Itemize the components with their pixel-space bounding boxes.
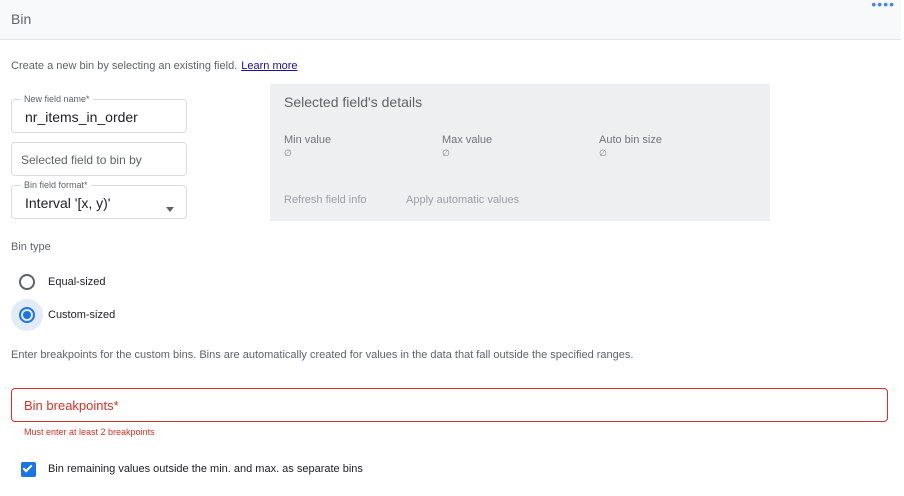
apply-automatic-values-button[interactable]: Apply automatic values xyxy=(406,194,519,206)
equal-sized-label[interactable]: Equal-sized xyxy=(48,276,105,288)
min-value: ∅ xyxy=(284,148,292,158)
intro-text: Create a new bin by selecting an existin… xyxy=(11,60,298,72)
bin-format-label: Bin field format* xyxy=(21,180,91,190)
auto-bin-size-value: ∅ xyxy=(599,148,607,158)
radio-unchecked-icon[interactable] xyxy=(19,274,35,290)
bin-format-value: Interval '[x, y)' xyxy=(25,195,111,211)
bin-format-select[interactable]: Bin field format* Interval '[x, y)' xyxy=(11,180,187,219)
selected-field-placeholder: Selected field to bin by xyxy=(21,153,142,167)
learn-more-link[interactable]: Learn more xyxy=(241,60,297,72)
selected-field-details-panel: Selected field's details Min value ∅ Max… xyxy=(270,84,770,221)
bin-breakpoints-placeholder: Bin breakpoints* xyxy=(24,398,119,413)
intro-description: Create a new bin by selecting an existin… xyxy=(11,60,238,72)
chevron-down-icon[interactable] xyxy=(166,207,174,212)
min-value-label: Min value xyxy=(284,134,332,146)
bin-breakpoints-input[interactable]: Bin breakpoints* xyxy=(11,388,888,422)
refresh-field-info-button[interactable]: Refresh field info xyxy=(284,194,367,206)
auto-bin-size-label: Auto bin size xyxy=(599,134,662,146)
radio-dot xyxy=(23,311,31,319)
panel-header: Bin •••• xyxy=(0,0,901,40)
more-horiz-icon[interactable]: •••• xyxy=(871,0,895,12)
new-field-name-label: New field name* xyxy=(21,94,93,104)
custom-sized-label[interactable]: Custom-sized xyxy=(48,309,115,321)
radio-custom-sized[interactable] xyxy=(11,299,43,331)
check-icon xyxy=(22,462,33,473)
bin-type-label: Bin type xyxy=(11,241,51,253)
selected-field-input[interactable]: Selected field to bin by xyxy=(11,142,187,176)
details-title: Selected field's details xyxy=(284,94,423,110)
page-title: Bin xyxy=(11,11,32,27)
breakpoints-hint: Enter breakpoints for the custom bins. B… xyxy=(11,349,634,361)
separate-bins-checkbox[interactable] xyxy=(21,462,36,477)
separate-bins-label[interactable]: Bin remaining values outside the min. an… xyxy=(48,463,363,475)
new-field-name-value: nr_items_in_order xyxy=(25,109,138,125)
max-value: ∅ xyxy=(442,148,450,158)
new-field-name-input[interactable]: New field name* nr_items_in_order xyxy=(11,94,187,133)
breakpoints-error: Must enter at least 2 breakpoints xyxy=(24,427,155,437)
max-value-label: Max value xyxy=(442,134,493,146)
radio-equal-sized[interactable] xyxy=(11,266,43,298)
radio-checked-icon[interactable] xyxy=(19,307,35,323)
